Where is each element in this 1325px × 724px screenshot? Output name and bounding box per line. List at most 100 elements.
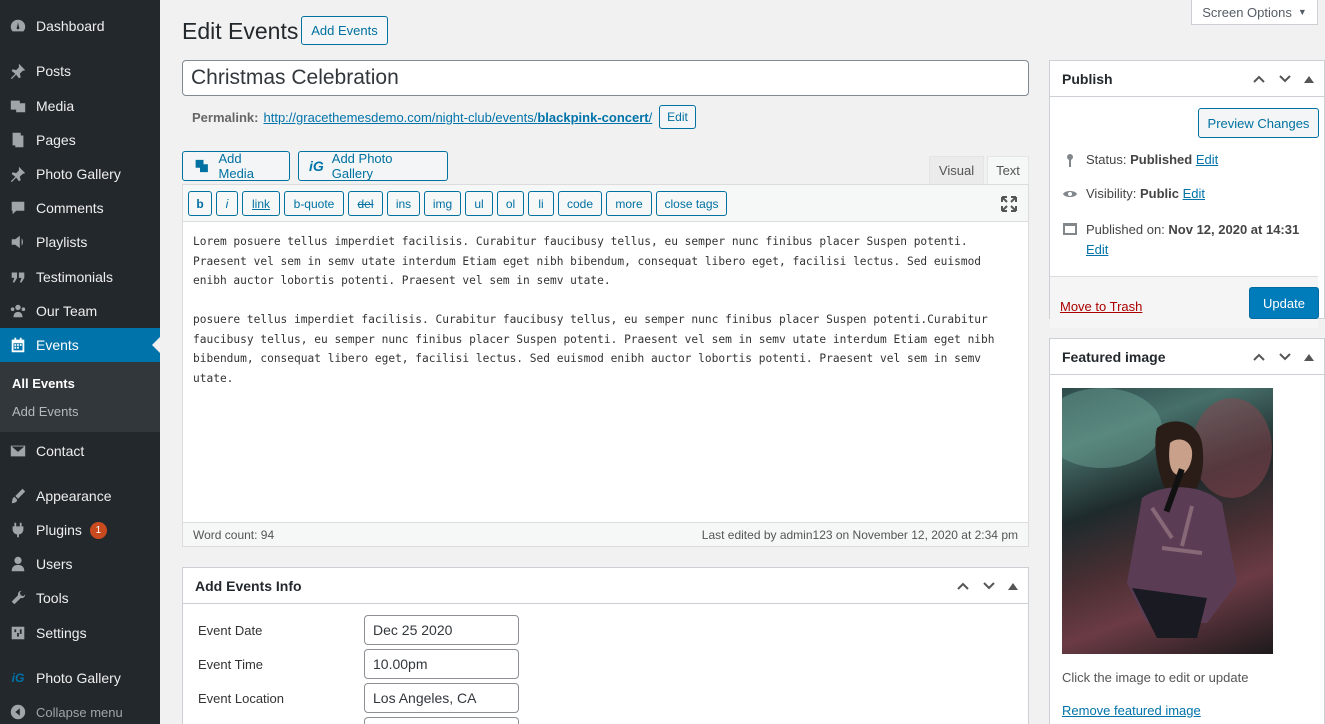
- qt-bold-button[interactable]: b: [188, 191, 212, 216]
- permalink-base: http://gracethemesdemo.com/night-club/ev…: [263, 110, 538, 125]
- chevron-up-icon[interactable]: [1252, 72, 1266, 86]
- event-date-input[interactable]: [364, 615, 519, 645]
- event-time-input[interactable]: [364, 649, 519, 679]
- add-events-button[interactable]: Add Events: [301, 16, 388, 45]
- qt-link-button[interactable]: link: [242, 191, 280, 216]
- visibility-edit-link[interactable]: Edit: [1183, 186, 1205, 201]
- chevron-up-icon[interactable]: [956, 579, 970, 593]
- menu-pages[interactable]: Pages: [0, 123, 160, 157]
- settings-icon: [0, 624, 36, 642]
- content-textarea[interactable]: Lorem posuere tellus imperdiet facilisis…: [183, 222, 1028, 522]
- admin-sidebar: Dashboard Posts Media Pages Photo Galler…: [0, 0, 160, 724]
- chevron-down-icon[interactable]: [1278, 72, 1292, 86]
- qt-italic-button[interactable]: i: [216, 191, 238, 216]
- add-photo-gallery-button[interactable]: iG Add Photo Gallery: [298, 151, 448, 181]
- brush-icon: [0, 487, 36, 505]
- add-media-button[interactable]: Add Media: [182, 151, 290, 181]
- text-editor: b i link b-quote del ins img ul ol li co…: [182, 184, 1029, 547]
- chevron-down-icon[interactable]: [1278, 350, 1292, 364]
- qt-bquote-button[interactable]: b-quote: [284, 191, 344, 216]
- event-extra-input[interactable]: [364, 717, 519, 724]
- menu-events[interactable]: Events: [0, 328, 160, 362]
- update-button[interactable]: Update: [1249, 287, 1319, 319]
- permalink-slug: blackpink-concert: [537, 110, 649, 125]
- status-value: Published: [1130, 152, 1193, 167]
- pages-icon: [0, 131, 36, 149]
- submenu-add-events[interactable]: Add Events: [12, 404, 79, 419]
- qt-li-button[interactable]: li: [528, 191, 554, 216]
- editor-status-bar: Word count: 94 Last edited by admin123 o…: [183, 522, 1028, 546]
- page-title: Edit Events: [182, 18, 299, 44]
- menu-users[interactable]: Users: [0, 547, 160, 581]
- menu-contact[interactable]: Contact: [0, 434, 160, 468]
- qt-ul-button[interactable]: ul: [465, 191, 493, 216]
- event-location-input[interactable]: [364, 683, 519, 713]
- published-edit-link[interactable]: Edit: [1086, 242, 1108, 257]
- menu-settings[interactable]: Settings: [0, 616, 160, 650]
- pin-icon: [0, 165, 36, 183]
- visibility-row: Visibility: Public Edit: [1062, 186, 1205, 202]
- menu-label: Settings: [36, 625, 87, 641]
- menu-label: Appearance: [36, 488, 112, 504]
- move-to-trash-link[interactable]: Move to Trash: [1060, 299, 1142, 314]
- dashboard-icon: [0, 17, 36, 35]
- menu-label: Comments: [36, 200, 104, 216]
- menu-dashboard[interactable]: Dashboard: [0, 9, 160, 43]
- permalink-edit-button[interactable]: Edit: [659, 105, 696, 129]
- screen-options-button[interactable]: Screen Options ▼: [1191, 0, 1318, 25]
- post-title-input[interactable]: [182, 60, 1029, 96]
- menu-photo-gallery[interactable]: Photo Gallery: [0, 157, 160, 191]
- chevron-up-icon[interactable]: [1252, 350, 1266, 364]
- menu-posts[interactable]: Posts: [0, 54, 160, 88]
- menu-media[interactable]: Media: [0, 89, 160, 123]
- event-date-label: Event Date: [198, 623, 263, 638]
- tab-text[interactable]: Text: [987, 156, 1029, 185]
- remove-featured-image-link[interactable]: Remove featured image: [1062, 703, 1201, 718]
- content-paragraph: posuere tellus imperdiet facilisis. Cura…: [193, 313, 995, 385]
- photo-gallery-logo-icon: iG: [11, 671, 25, 685]
- toggle-panel-icon[interactable]: [1304, 75, 1314, 83]
- menu-our-team[interactable]: Our Team: [0, 294, 160, 328]
- menu-comments[interactable]: Comments: [0, 191, 160, 225]
- menu-appearance[interactable]: Appearance: [0, 479, 160, 513]
- chevron-down-icon[interactable]: [982, 579, 996, 593]
- qt-close-tags-button[interactable]: close tags: [656, 191, 727, 216]
- preview-changes-button[interactable]: Preview Changes: [1198, 108, 1319, 138]
- published-value: Nov 12, 2020 at 14:31: [1168, 222, 1300, 237]
- submenu-all-events[interactable]: All Events: [12, 376, 75, 391]
- fullscreen-icon[interactable]: [1001, 196, 1017, 212]
- tab-visual[interactable]: Visual: [929, 156, 984, 185]
- permalink-url[interactable]: http://gracethemesdemo.com/night-club/ev…: [263, 110, 652, 125]
- qt-more-button[interactable]: more: [606, 191, 652, 216]
- featured-image-thumbnail[interactable]: [1062, 388, 1273, 654]
- menu-label: Contact: [36, 443, 85, 459]
- toggle-panel-icon[interactable]: [1008, 582, 1018, 590]
- media-icon: [195, 159, 208, 173]
- quote-icon: [0, 268, 36, 286]
- menu-label: Events: [36, 337, 79, 353]
- menu-label: Our Team: [36, 303, 98, 319]
- email-icon: [0, 442, 36, 460]
- menu-label: Photo Gallery: [36, 670, 121, 686]
- menu-plugins[interactable]: Plugins 1: [0, 513, 160, 547]
- toggle-panel-icon[interactable]: [1304, 353, 1314, 361]
- qt-del-button[interactable]: del: [348, 191, 383, 216]
- menu-playlists[interactable]: Playlists: [0, 225, 160, 259]
- wrench-icon: [0, 589, 36, 607]
- menu-label: Posts: [36, 63, 72, 79]
- status-edit-link[interactable]: Edit: [1196, 152, 1218, 167]
- menu-photo-gallery-plugin[interactable]: iG Photo Gallery: [0, 661, 160, 695]
- qt-ins-button[interactable]: ins: [387, 191, 420, 216]
- qt-img-button[interactable]: img: [424, 191, 461, 216]
- metabox-title: Featured image: [1062, 348, 1166, 365]
- menu-testimonials[interactable]: Testimonials: [0, 260, 160, 294]
- audio-icon: [0, 233, 36, 251]
- qt-ol-button[interactable]: ol: [497, 191, 524, 216]
- menu-tools[interactable]: Tools: [0, 581, 160, 615]
- qt-code-button[interactable]: code: [558, 191, 602, 216]
- collapse-menu[interactable]: Collapse menu: [0, 695, 160, 724]
- metabox-header: Featured image: [1050, 339, 1324, 375]
- menu-label: Dashboard: [36, 18, 105, 34]
- media-icon: [0, 97, 36, 115]
- last-edited: Last edited by admin123 on November 12, …: [701, 527, 1018, 542]
